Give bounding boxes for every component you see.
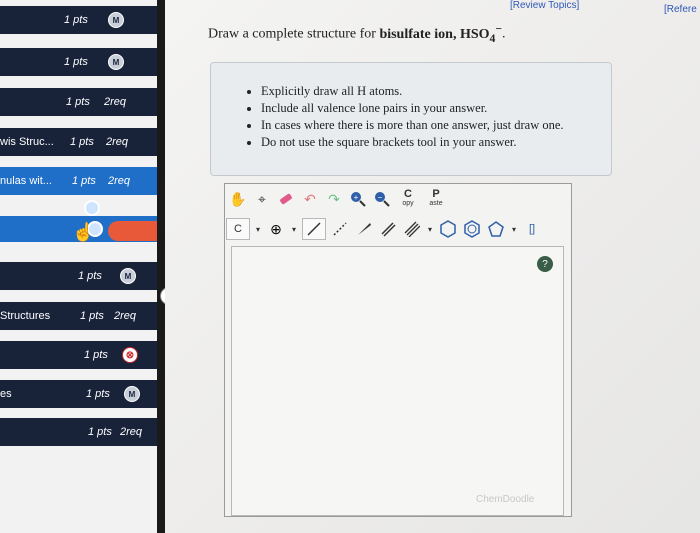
redo-icon[interactable]: ↷ [324, 189, 344, 209]
question-name: Structures [0, 310, 51, 322]
question-row-8[interactable]: 1 pts ⊗ [0, 341, 157, 369]
lasso-icon[interactable]: ⌖ [252, 189, 272, 209]
requirement-label: 2req [108, 175, 131, 187]
editor-toolbar-top: ✋ ⌖ ↶ ↷ + − C opy P aste [228, 186, 448, 212]
question-text: Draw a complete structure for bisulfate … [208, 22, 506, 45]
part-indicator-dot[interactable] [84, 200, 100, 216]
points-label: 1 pts [66, 96, 90, 108]
ring-hexagon-icon[interactable] [438, 219, 458, 239]
mastery-badge-icon: M [120, 268, 136, 284]
zoom-in-icon[interactable]: + [348, 189, 368, 209]
mastery-badge-icon: M [108, 12, 124, 28]
atom-label-button[interactable]: C [226, 218, 250, 240]
question-compound: bisulfate ion, HSO4− [379, 22, 503, 45]
hand-cursor-icon: ☝ [72, 222, 95, 242]
triple-bond-icon[interactable] [402, 219, 422, 239]
ring-benzene-icon[interactable] [462, 219, 482, 239]
requirement-label: 2req [114, 310, 137, 322]
points-label: 1 pts [86, 388, 110, 400]
drawing-canvas[interactable] [231, 246, 564, 516]
requirement-label: 2req [106, 136, 129, 148]
points-label: 1 pts [72, 175, 96, 187]
chemdoodle-brand: ChemDoodle [476, 494, 535, 505]
points-label: 1 pts [84, 349, 108, 361]
instruction-item: Explicitly draw all H atoms. [261, 83, 611, 100]
wedge-bond-icon[interactable] [354, 219, 374, 239]
points-label: 1 pts [64, 56, 88, 68]
instructions-list: Explicitly draw all H atoms. Include all… [211, 83, 611, 151]
chevron-down-icon[interactable]: ▾ [254, 219, 262, 239]
points-label: 1 pts [70, 136, 94, 148]
square-brackets-icon[interactable]: [] [522, 219, 542, 239]
chevron-down-icon[interactable]: ▾ [290, 219, 298, 239]
dashed-bond-icon[interactable] [330, 219, 350, 239]
question-row-4[interactable]: wis Struc... 1 pts 2req [0, 128, 157, 156]
undo-icon[interactable]: ↶ [300, 189, 320, 209]
question-name: es [0, 388, 12, 400]
editor-toolbar-bottom: C ▾ ⊕ ▾ ▾ ▾ [] [226, 216, 542, 242]
points-label: 1 pts [80, 310, 104, 322]
pan-hand-icon[interactable]: ✋ [228, 189, 248, 209]
question-name: nulas wit... [0, 175, 52, 187]
charge-plus-icon[interactable]: ⊕ [266, 219, 286, 239]
requirement-label: 2req [104, 96, 127, 108]
question-row-10[interactable]: 1 pts 2req [0, 418, 162, 446]
question-row-7[interactable]: Structures 1 pts 2req [0, 302, 157, 330]
chevron-down-icon[interactable]: ▾ [426, 219, 434, 239]
eraser-icon[interactable] [276, 189, 296, 209]
question-name: wis Struc... [0, 136, 54, 148]
question-row-1[interactable]: 1 pts M [0, 6, 157, 34]
question-row-9[interactable]: es 1 pts M [0, 380, 157, 408]
points-label: 1 pts [64, 14, 88, 26]
instruction-item: Do not use the square brackets tool in y… [261, 134, 611, 151]
incorrect-badge-icon: ⊗ [122, 347, 138, 363]
references-link[interactable]: [Refere [664, 4, 697, 15]
ring-pentagon-icon[interactable] [486, 219, 506, 239]
question-row-5[interactable]: nulas wit... 1 pts 2req [0, 167, 157, 195]
mastery-badge-icon: M [124, 386, 140, 402]
svg-text:−: − [378, 193, 383, 202]
instruction-item: In cases where there is more than one an… [261, 117, 611, 134]
requirement-label: 2req [120, 426, 143, 438]
double-bond-icon[interactable] [378, 219, 398, 239]
review-topics-link[interactable]: [Review Topics] [510, 0, 579, 11]
instruction-item: Include all valence lone pairs in your a… [261, 100, 611, 117]
points-label: 1 pts [78, 270, 102, 282]
svg-text:+: + [354, 193, 359, 202]
copy-button[interactable]: C opy [396, 188, 420, 210]
question-row-2[interactable]: 1 pts M [0, 48, 157, 76]
single-bond-icon[interactable] [302, 218, 326, 240]
chevron-down-icon[interactable]: ▾ [510, 219, 518, 239]
question-row-3[interactable]: 1 pts 2req [0, 88, 157, 116]
help-icon[interactable]: ? [537, 256, 553, 272]
points-label: 1 pts [88, 426, 112, 438]
mastery-badge-icon: M [108, 54, 124, 70]
zoom-out-icon[interactable]: − [372, 189, 392, 209]
panel-divider [157, 0, 165, 533]
paste-button[interactable]: P aste [424, 188, 448, 210]
question-row-6[interactable]: 1 pts M [0, 262, 157, 290]
instructions-box: Explicitly draw all H atoms. Include all… [210, 62, 612, 176]
